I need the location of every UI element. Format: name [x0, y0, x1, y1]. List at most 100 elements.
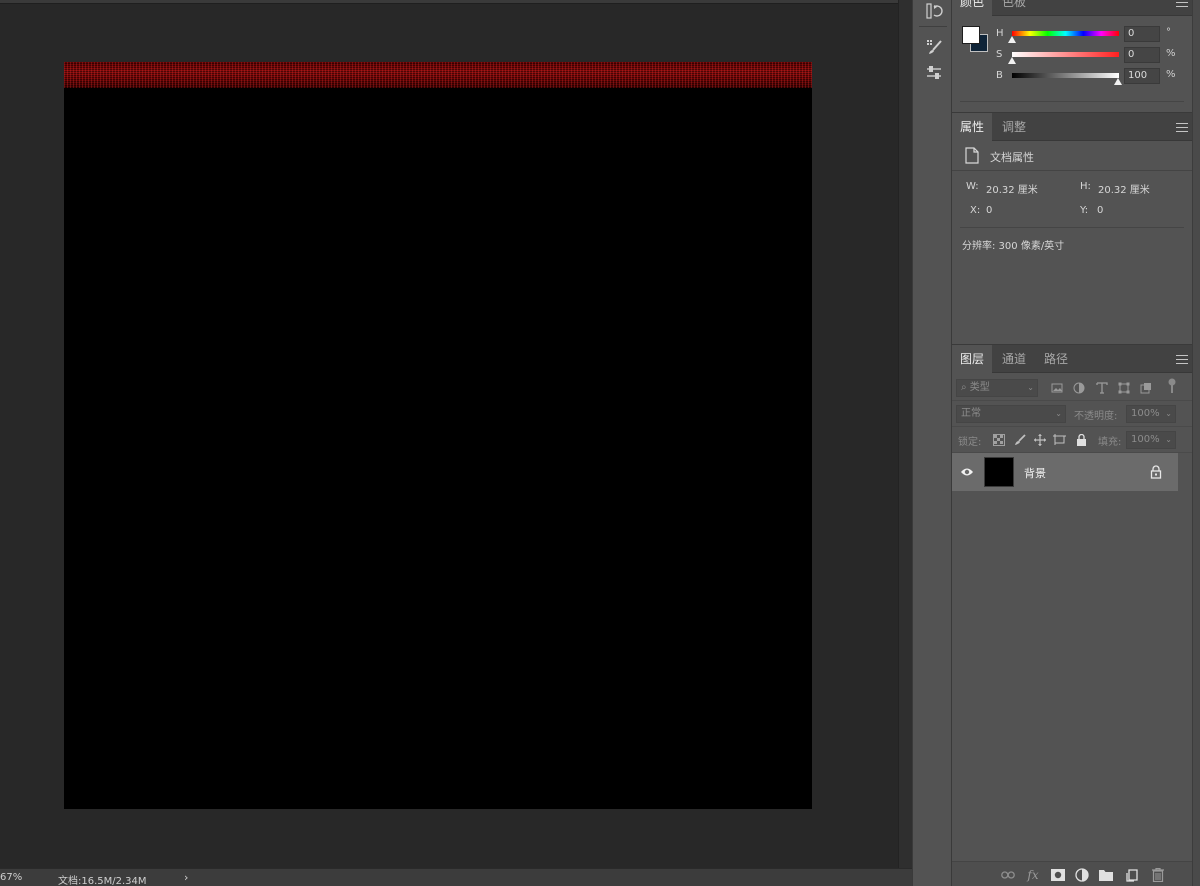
filter-adjustment-icon[interactable] — [1072, 381, 1086, 395]
blend-mode-select[interactable]: 正常 ⌄ — [956, 405, 1066, 423]
layers-panel: 图层 通道 路径 ⌕ 类型 ⌄ 正常 ⌄ 不透明度: 100% ⌄ 锁定: 填充… — [952, 344, 1192, 886]
search-icon: ⌕ — [961, 382, 967, 393]
hue-slider-track[interactable] — [1012, 31, 1119, 36]
new-adjustment-layer-icon[interactable] — [1074, 867, 1090, 883]
panel-icon-strip — [912, 0, 952, 886]
fill-label: 填充: — [1098, 437, 1122, 448]
color-panel-menu-icon[interactable] — [1176, 0, 1188, 7]
tab-adjustments[interactable]: 调整 — [994, 113, 1034, 141]
panels-scrollbar[interactable] — [1192, 0, 1200, 886]
canvas-red-texture-strip — [64, 62, 812, 88]
y-value[interactable]: 0 — [1097, 205, 1103, 216]
chevron-down-icon: ⌄ — [1027, 383, 1034, 392]
tab-layers[interactable]: 图层 — [952, 345, 993, 373]
brightness-label: B — [996, 70, 1003, 81]
fill-value: 100% — [1131, 434, 1160, 445]
opacity-input[interactable]: 100% ⌄ — [1126, 405, 1176, 423]
layer-filter-row: ⌕ 类型 ⌄ — [952, 375, 1192, 401]
status-bar: 67% 文档:16.5M/2.34M › — [0, 868, 912, 886]
width-label: W: — [966, 181, 979, 192]
status-menu-arrow[interactable]: › — [184, 871, 188, 884]
filter-toggle-icon[interactable] — [1165, 378, 1179, 393]
new-layer-icon[interactable] — [1124, 867, 1140, 883]
opacity-value: 100% — [1131, 408, 1160, 419]
tab-swatches[interactable]: 色板 — [994, 0, 1034, 16]
adjustment-sliders-icon[interactable] — [923, 62, 945, 84]
width-value[interactable]: 20.32 厘米 — [986, 181, 1038, 196]
tab-properties[interactable]: 属性 — [952, 113, 993, 141]
blend-opacity-row: 正常 ⌄ 不透明度: 100% ⌄ — [952, 401, 1192, 427]
lock-position-icon[interactable] — [1033, 433, 1047, 447]
layers-panel-menu-icon[interactable] — [1176, 355, 1188, 364]
color-panel: 颜色 色板 H 0 ° S 0 % B 100 % — [952, 0, 1192, 110]
lock-image-pixels-icon[interactable] — [1013, 433, 1027, 447]
hue-unit: ° — [1166, 27, 1171, 38]
lock-fill-row: 锁定: 填充: 100% ⌄ — [952, 427, 1192, 453]
layers-footer: fx — [952, 861, 1192, 886]
hue-label: H — [996, 28, 1004, 39]
hue-slider-row: H 0 ° — [996, 26, 1186, 46]
color-panel-divider — [960, 101, 1184, 102]
saturation-slider-row: S 0 % — [996, 47, 1186, 67]
trash-icon[interactable] — [1150, 867, 1166, 883]
tab-color[interactable]: 颜色 — [952, 0, 993, 16]
hue-value-input[interactable]: 0 — [1124, 26, 1160, 42]
eye-icon[interactable] — [960, 465, 974, 479]
filter-type-icon[interactable] — [1095, 381, 1109, 395]
document-area — [0, 0, 898, 868]
properties-panel-menu-icon[interactable] — [1176, 123, 1188, 132]
add-mask-icon[interactable] — [1050, 867, 1066, 883]
fill-input[interactable]: 100% ⌄ — [1126, 431, 1176, 449]
link-layers-icon[interactable] — [1000, 867, 1016, 883]
lock-artboard-icon[interactable] — [1053, 433, 1067, 447]
document-size-info: 文档:16.5M/2.34M — [58, 876, 147, 886]
brush-settings-icon[interactable] — [923, 36, 945, 58]
fx-layer-style-icon[interactable]: fx — [1025, 867, 1041, 883]
color-panel-tabs: 颜色 色板 — [952, 0, 1192, 16]
right-panels: 颜色 色板 H 0 ° S 0 % B 100 % 属性 调整 文档属性 W: … — [952, 0, 1200, 886]
brightness-value-input[interactable]: 100 — [1124, 68, 1160, 84]
layer-filter-select[interactable]: ⌕ 类型 ⌄ — [956, 379, 1038, 397]
brightness-slider-track[interactable] — [1012, 73, 1119, 78]
properties-panel-tabs: 属性 调整 — [952, 113, 1192, 141]
saturation-value-input[interactable]: 0 — [1124, 47, 1160, 63]
lock-transparency-icon[interactable] — [992, 433, 1006, 447]
saturation-label: S — [996, 49, 1003, 60]
filter-smart-object-icon[interactable] — [1139, 381, 1153, 395]
resolution-info: 分辨率: 300 像素/英寸 — [962, 241, 1065, 252]
x-label: X: — [970, 205, 981, 216]
properties-title: 文档属性 — [990, 151, 1034, 164]
layer-row[interactable]: 背景 — [952, 453, 1178, 491]
filter-pixel-icon[interactable] — [1050, 381, 1064, 395]
canvas[interactable] — [64, 62, 812, 809]
saturation-slider-track[interactable] — [1012, 52, 1119, 57]
layers-panel-tabs: 图层 通道 路径 — [952, 345, 1192, 373]
lock-icon[interactable] — [1150, 465, 1162, 479]
history-icon[interactable] — [923, 0, 945, 22]
document-vertical-scrollbar[interactable] — [898, 0, 912, 868]
height-label: H: — [1080, 181, 1091, 192]
x-value[interactable]: 0 — [986, 205, 992, 216]
brightness-slider-row: B 100 % — [996, 68, 1186, 88]
foreground-color-swatch[interactable] — [962, 26, 980, 44]
lock-all-icon[interactable] — [1074, 433, 1088, 447]
y-label: Y: — [1080, 205, 1089, 216]
saturation-slider-thumb[interactable] — [1008, 57, 1016, 64]
lock-label: 锁定: — [958, 437, 982, 448]
tab-channels[interactable]: 通道 — [994, 345, 1034, 373]
document-icon — [965, 147, 979, 164]
layer-name[interactable]: 背景 — [1024, 465, 1046, 481]
tab-paths[interactable]: 路径 — [1036, 345, 1076, 373]
properties-header: 文档属性 — [952, 141, 1192, 171]
zoom-level[interactable]: 67% — [0, 872, 22, 883]
layer-filter-label: 类型 — [969, 382, 990, 393]
chevron-down-icon: ⌄ — [1165, 435, 1172, 444]
opacity-label: 不透明度: — [1074, 411, 1118, 422]
properties-panel: 属性 调整 文档属性 W: 20.32 厘米 H: 20.32 厘米 X: 0 … — [952, 112, 1192, 342]
brightness-slider-thumb[interactable] — [1114, 78, 1122, 85]
new-group-folder-icon[interactable] — [1098, 867, 1114, 883]
height-value[interactable]: 20.32 厘米 — [1098, 181, 1150, 196]
hue-slider-thumb[interactable] — [1008, 36, 1016, 43]
layer-thumbnail — [984, 457, 1014, 487]
filter-shape-icon[interactable] — [1117, 381, 1131, 395]
